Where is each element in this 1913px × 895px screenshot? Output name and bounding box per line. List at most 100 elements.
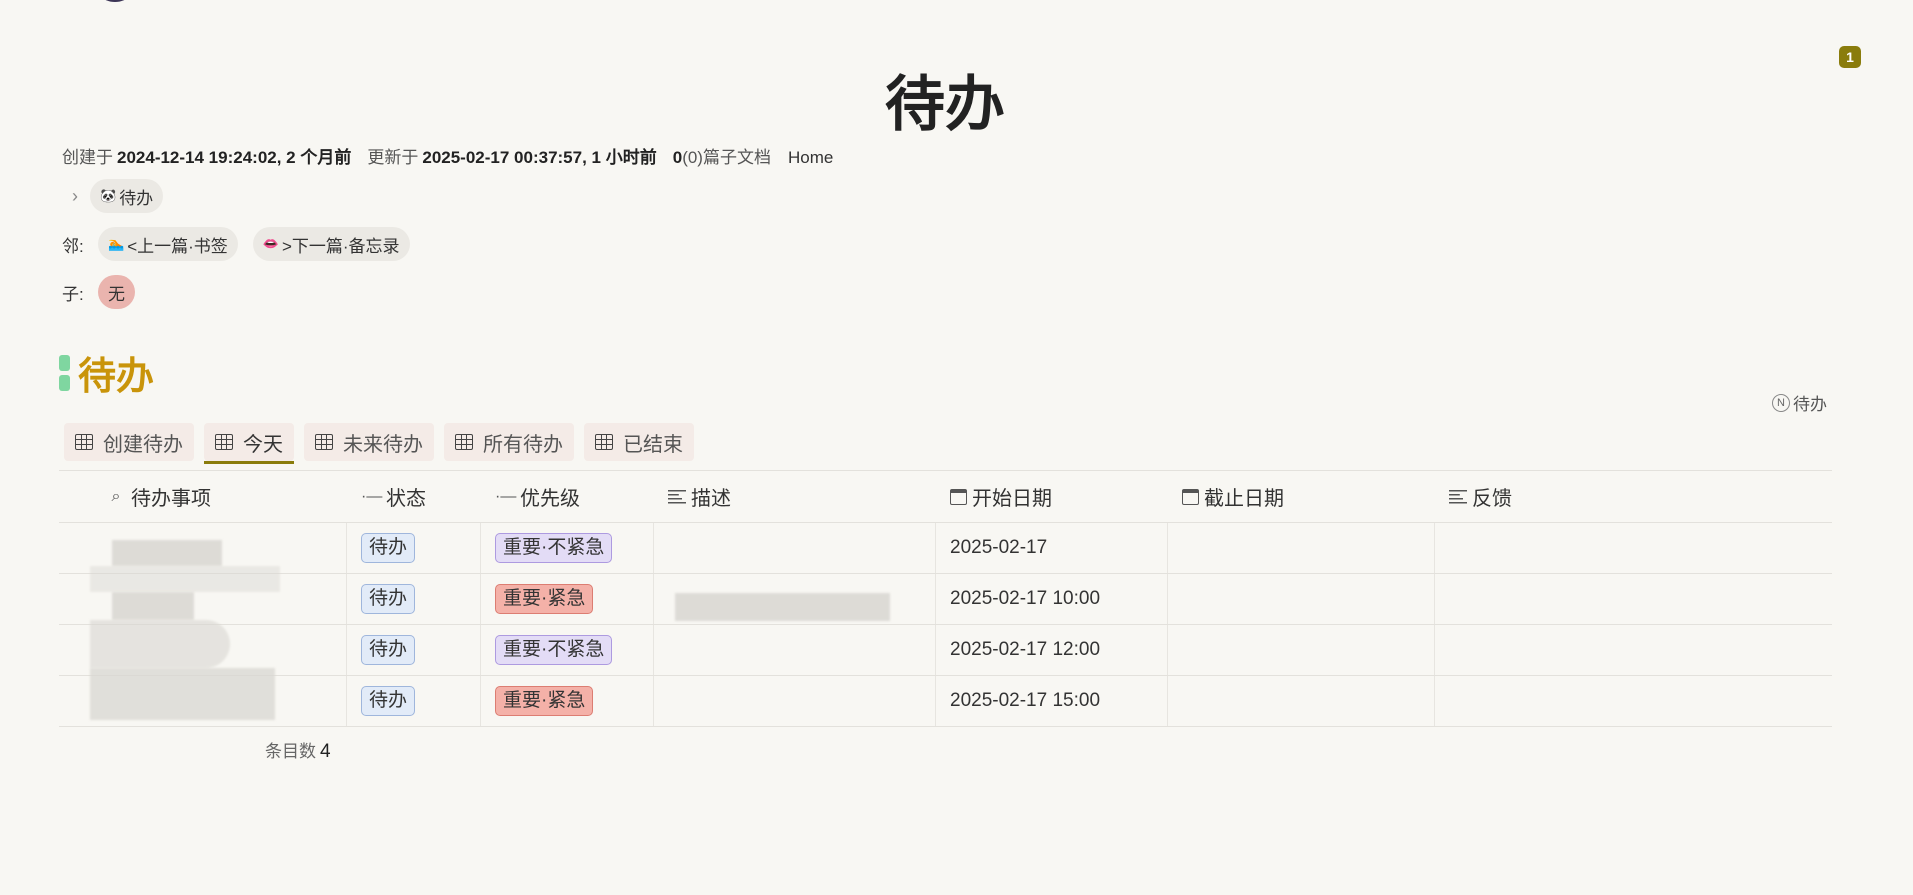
col-start[interactable]: 开始日期 [936, 471, 1168, 522]
created-value: 2024-12-14 19:24:02, 2 个月前 [117, 148, 352, 167]
cell-due[interactable] [1168, 676, 1435, 726]
tab-label: 未来待办 [343, 433, 423, 456]
cell-status[interactable]: 待办 [347, 676, 481, 726]
calendar-icon [950, 488, 967, 505]
table-icon [215, 434, 233, 450]
redacted-title [112, 592, 194, 620]
col-desc[interactable]: 描述 [654, 471, 936, 522]
avatar[interactable] [92, 0, 138, 2]
home-link[interactable]: Home [788, 148, 833, 168]
cell-feedback[interactable] [1435, 625, 1832, 675]
col-status-label: 状态 [386, 488, 426, 510]
page-title: 待办 [885, 70, 1005, 140]
col-start-label: 开始日期 [972, 488, 1052, 510]
col-priority[interactable]: ·— 优先级 [481, 471, 654, 522]
table-row[interactable]: 待办 重要·不紧急 2025-02-17 12:00 [59, 625, 1832, 676]
priority-tag: 重要·紧急 [495, 584, 594, 614]
tab-all-todo[interactable]: 所有待办 [444, 423, 574, 461]
select-icon: ·— [495, 487, 517, 505]
tab-future-todo[interactable]: 未来待办 [304, 423, 434, 461]
breadcrumb: › 🐼 待办 [62, 179, 164, 213]
redacted-title [90, 566, 280, 592]
swimmer-icon: 🏊 [108, 236, 125, 251]
status-tag: 待办 [361, 635, 416, 665]
cell-status[interactable]: 待办 [347, 523, 481, 573]
redacted-title [90, 668, 275, 720]
cell-due[interactable] [1168, 574, 1435, 624]
tab-label: 所有待办 [483, 433, 563, 456]
col-due-label: 截止日期 [1204, 488, 1284, 510]
panda-icon: 🐼 [100, 188, 117, 203]
neighbors-row: 邻: 🏊 <上一篇·书签 👄 >下一篇·备忘录 [62, 227, 410, 261]
tab-label: 已结束 [623, 433, 683, 456]
cell-start[interactable]: 2025-02-17 [936, 523, 1168, 573]
cell-feedback[interactable] [1435, 574, 1832, 624]
search-icon: ⌕ [111, 487, 121, 505]
col-status[interactable]: ·— 状态 [347, 471, 481, 522]
child-docs-paren: (0) [682, 148, 703, 167]
updated-label: 更新于 [367, 148, 419, 167]
tab-finished[interactable]: 已结束 [584, 423, 694, 461]
todo-table: ⌕ 待办事项 ·— 状态 ·— 优先级 描述 开始日期 截止日期 反馈 待办 重… [59, 470, 1832, 727]
cell-start[interactable]: 2025-02-17 15:00 [936, 676, 1168, 726]
row-count: 条目数 4 [265, 737, 331, 763]
tab-create-todo[interactable]: 创建待办 [64, 423, 194, 461]
cell-status[interactable]: 待办 [347, 625, 481, 675]
neighbors-label: 邻: [62, 236, 84, 256]
database-ref[interactable]: N 待办 [1772, 390, 1827, 415]
col-due[interactable]: 截止日期 [1168, 471, 1435, 522]
col-title[interactable]: ⌕ 待办事项 [59, 471, 347, 522]
tab-label: 创建待办 [103, 433, 183, 456]
cell-due[interactable] [1168, 625, 1435, 675]
next-doc-link[interactable]: 👄 >下一篇·备忘录 [252, 227, 410, 261]
prev-doc-label: <上一篇·书签 [127, 236, 228, 256]
cell-desc[interactable] [654, 523, 936, 573]
breadcrumb-item-label: 待办 [119, 188, 154, 208]
calendar-icon [1182, 488, 1199, 505]
cell-desc[interactable] [654, 625, 936, 675]
table-icon [75, 434, 93, 450]
table-icon [315, 434, 333, 450]
status-tag: 待办 [361, 686, 416, 716]
section-title: 待办 [78, 354, 155, 398]
cell-feedback[interactable] [1435, 676, 1832, 726]
cell-feedback[interactable] [1435, 523, 1832, 573]
breadcrumb-item[interactable]: 🐼 待办 [90, 179, 164, 213]
doc-meta: 创建于 2024-12-14 19:24:02, 2 个月前 更新于 2025-… [62, 143, 833, 168]
cell-priority[interactable]: 重要·紧急 [481, 574, 654, 624]
database-ref-label: 待办 [1793, 395, 1827, 414]
cell-priority[interactable]: 重要·不紧急 [481, 523, 654, 573]
chevron-right-icon[interactable]: › [62, 186, 88, 207]
cell-priority[interactable]: 重要·不紧急 [481, 625, 654, 675]
table-row[interactable]: 待办 重要·紧急 2025-02-17 10:00 [59, 574, 1832, 625]
cell-start[interactable]: 2025-02-17 12:00 [936, 625, 1168, 675]
col-feedback[interactable]: 反馈 [1435, 471, 1832, 522]
children-none-pill[interactable]: 无 [98, 275, 135, 309]
cell-start[interactable]: 2025-02-17 10:00 [936, 574, 1168, 624]
table-icon [595, 434, 613, 450]
table-row[interactable]: 待办 重要·不紧急 2025-02-17 [59, 523, 1832, 574]
tab-today[interactable]: 今天 [204, 423, 294, 464]
status-tag: 待办 [361, 533, 416, 563]
child-docs-count: 0 [672, 148, 683, 167]
notion-icon: N [1772, 393, 1790, 412]
redacted-title [112, 540, 222, 566]
view-tabs: 创建待办 今天 未来待办 所有待办 已结束 [64, 423, 694, 464]
section-marker [59, 354, 70, 391]
lips-icon: 👄 [262, 236, 279, 251]
redacted-description [675, 593, 890, 621]
prev-doc-link[interactable]: 🏊 <上一篇·书签 [98, 227, 238, 261]
children-label: 子: [62, 284, 84, 304]
cell-status[interactable]: 待办 [347, 574, 481, 624]
redacted-title [90, 620, 230, 668]
cell-due[interactable] [1168, 523, 1435, 573]
table-row[interactable]: 待办 重要·紧急 2025-02-17 15:00 [59, 676, 1832, 727]
cell-priority[interactable]: 重要·紧急 [481, 676, 654, 726]
text-icon [1449, 489, 1467, 504]
table-icon [455, 434, 473, 450]
col-desc-label: 描述 [691, 488, 731, 510]
created-label: 创建于 [62, 148, 113, 167]
cell-desc[interactable] [654, 676, 936, 726]
row-count-label: 条目数 [265, 742, 316, 761]
col-feedback-label: 反馈 [1472, 488, 1512, 510]
